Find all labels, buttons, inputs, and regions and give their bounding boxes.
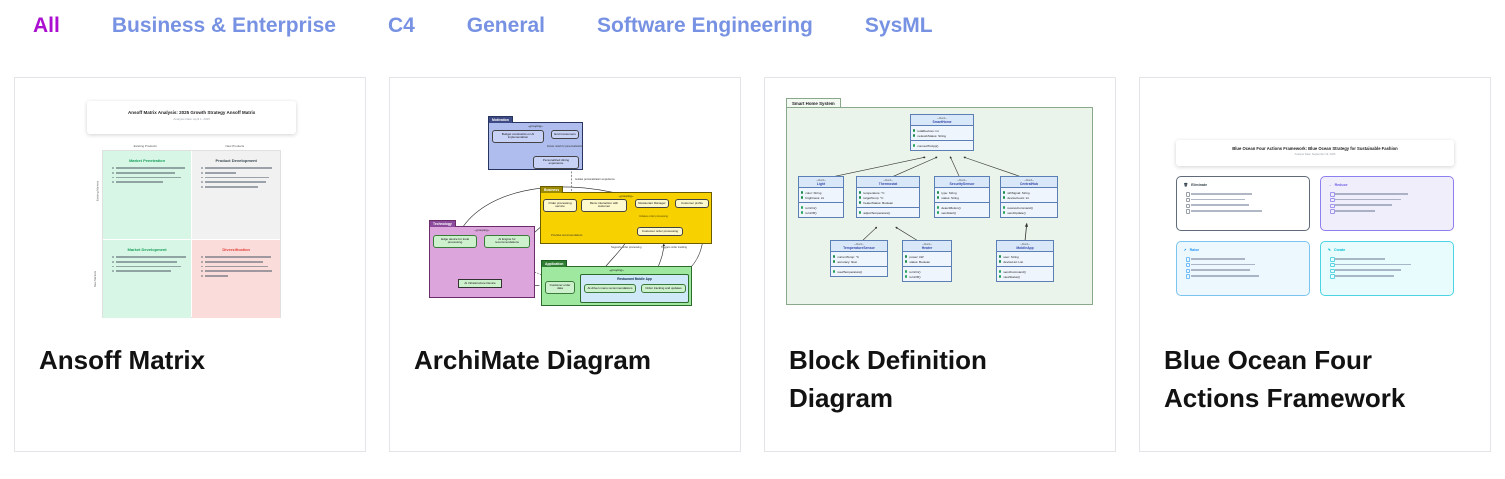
blue-ocean-doc-header: Blue Ocean Four Actions Framework: Blue … [1176, 140, 1455, 166]
ansoff-thumbnail: Ansoff Matrix Analysis: 2025 Growth Stra… [24, 84, 356, 331]
blue-ocean-doc-subtitle: Analysis Date: September 19, 2025 [1176, 153, 1455, 156]
card-title-ansoff-matrix: Ansoff Matrix [15, 331, 365, 379]
edge-label: Guides personalization experience [575, 178, 615, 181]
bdd-thumbnail: Smart Home System [774, 84, 1106, 331]
quadrant-product-development: Product Development [192, 151, 280, 239]
archimate-package-technology: Technology «grouping» Edge device for lo… [429, 226, 535, 298]
quadrant-diversification: Diversification [192, 240, 280, 318]
template-card-block-definition-diagram[interactable]: Smart Home System [764, 77, 1116, 452]
blue-ocean-doc-title: Blue Ocean Four Actions Framework: Blue … [1176, 140, 1455, 151]
card-title-block-definition-diagram: Block Definition Diagram [765, 331, 1115, 417]
uml-block-light: «block»Light color: String brightness: i… [798, 176, 844, 218]
bo-quadrant-reduce: →Reduce [1320, 176, 1454, 231]
card-title-blue-ocean: Blue Ocean Four Actions Framework [1140, 331, 1490, 417]
ansoff-col-label-new: New Products [190, 144, 280, 148]
template-card-ansoff-matrix[interactable]: Ansoff Matrix Analysis: 2025 Growth Stra… [14, 77, 366, 452]
uml-block-centralhub: «block»CentralHub wifiSignal: String dev… [1000, 176, 1058, 218]
ansoff-col-label-existing: Existing Products [100, 144, 190, 148]
tab-c4[interactable]: C4 [388, 14, 415, 38]
bo-quadrant-create: ✎Create [1320, 241, 1454, 296]
quadrant-market-penetration: Market Penetration [103, 151, 191, 239]
bo-quadrant-eliminate: 🗑Eliminate [1176, 176, 1310, 231]
uml-block-securitysensor: «block»SecuritySensor type: String statu… [934, 176, 990, 218]
template-card-archimate-diagram[interactable]: Motivation «grouping» Budget constraints… [389, 77, 741, 452]
ansoff-row-label-existing: Existing Markets [95, 181, 99, 202]
ansoff-row-label-new: New Markets [93, 271, 97, 287]
ansoff-doc-subtitle: Analysis Date: April 1, 2025 [87, 117, 296, 121]
edge-label: Triggers order tracking [661, 246, 687, 249]
edge-label: Supports order processing [611, 246, 641, 249]
uml-block-thermostat: «block»Thermostat temperature: °C target… [856, 176, 920, 218]
template-card-grid: Ansoff Matrix Analysis: 2025 Growth Stra… [0, 77, 1505, 452]
tab-business-enterprise[interactable]: Business & Enterprise [112, 14, 336, 38]
archimate-package-motivation: Motivation «grouping» Budget constraints… [488, 122, 583, 170]
archimate-package-application: Application «grouping» Customer order da… [541, 266, 692, 306]
edge-label: Provides recommendations [551, 234, 582, 237]
blue-ocean-thumbnail: Blue Ocean Four Actions Framework: Blue … [1149, 84, 1481, 331]
archimate-thumbnail: Motivation «grouping» Budget constraints… [399, 84, 731, 331]
bo-quadrant-raise: ↗Raise [1176, 241, 1310, 296]
reduce-arrow-icon: → [1328, 183, 1332, 187]
trend-up-icon: ↗ [1184, 248, 1187, 252]
template-filter-tabs: All Business & Enterprise C4 General Sof… [0, 0, 1505, 38]
tab-software-engineering[interactable]: Software Engineering [597, 14, 813, 38]
quadrant-market-development: Market Development [103, 240, 191, 318]
template-card-blue-ocean-four-actions[interactable]: Blue Ocean Four Actions Framework: Blue … [1139, 77, 1491, 452]
uml-block-heater: «block»Heater power: kW status: Boolean … [902, 240, 952, 282]
blue-ocean-grid: 🗑Eliminate →Reduce ↗Raise [1176, 176, 1455, 296]
card-title-archimate-diagram: ArchiMate Diagram [390, 331, 740, 379]
ansoff-doc-title: Ansoff Matrix Analysis: 2025 Growth Stra… [87, 101, 296, 115]
tab-sysml[interactable]: SysML [865, 14, 933, 38]
ansoff-doc-header: Ansoff Matrix Analysis: 2025 Growth Stra… [87, 101, 296, 134]
ansoff-matrix: Market Penetration Product Development M… [102, 150, 281, 318]
uml-block-smarthome: «block»SmartHome totalDevices: int netwo… [910, 114, 974, 151]
tab-general[interactable]: General [467, 14, 545, 38]
uml-block-mobileapp: «block»MobileApp user: String deviceList… [996, 240, 1054, 282]
uml-block-temperaturesensor: «block»TemperatureSensor currentTemp: °C… [830, 240, 888, 277]
tab-all[interactable]: All [33, 14, 60, 38]
trash-icon: 🗑 [1184, 183, 1189, 187]
pencil-icon: ✎ [1328, 248, 1331, 252]
